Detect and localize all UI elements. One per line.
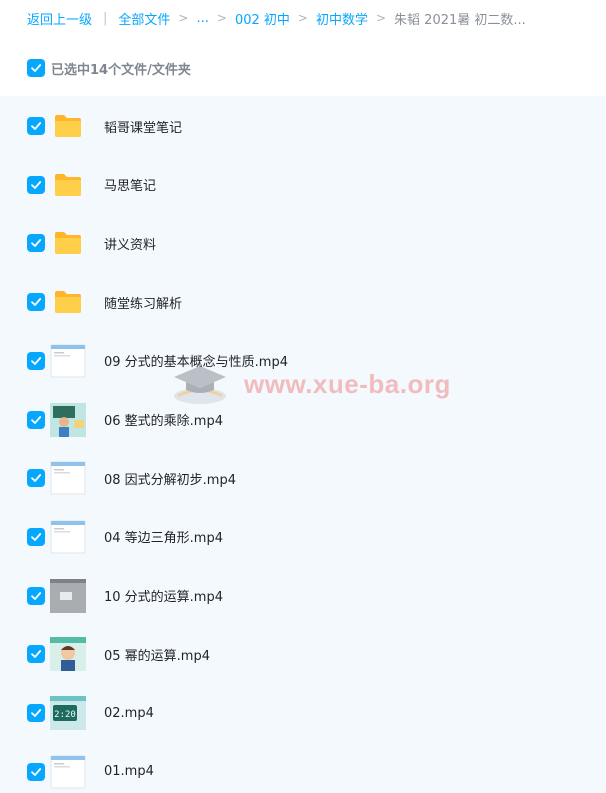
video-thumbnail: [50, 343, 86, 379]
chevron-right-icon: >: [297, 11, 308, 25]
check-icon: [31, 356, 42, 365]
folder-row[interactable]: 马思笔记: [0, 156, 606, 214]
check-icon: [31, 415, 42, 424]
row-checkbox[interactable]: [27, 351, 45, 370]
check-icon: [31, 767, 42, 776]
breadcrumb-current-folder: 朱韬 2021暑 初二数...: [394, 12, 526, 28]
video-thumbnail: [50, 578, 86, 614]
file-name[interactable]: 01.mp4: [104, 764, 154, 779]
breadcrumb-all-files[interactable]: 全部文件: [118, 9, 170, 28]
video-thumbnail: [50, 636, 86, 672]
chevron-right-icon: >: [178, 11, 189, 25]
video-thumbnail: [50, 402, 86, 438]
row-checkbox[interactable]: [27, 293, 45, 312]
folder-name[interactable]: 马思笔记: [104, 175, 156, 194]
file-list: 韬哥课堂笔记 马思笔记讲义资料随堂练习解析 09 分式的基本概念与性质.mp4 06 …: [0, 96, 606, 793]
folder-row[interactable]: 讲义资料: [0, 214, 606, 272]
check-icon: [31, 64, 42, 72]
file-name[interactable]: 09 分式的基本概念与性质.mp4: [104, 351, 288, 370]
folder-name[interactable]: 讲义资料: [104, 234, 156, 253]
chevron-right-icon: >: [375, 11, 387, 25]
folder-name[interactable]: 韬哥课堂笔记: [104, 117, 182, 136]
folder-icon: [50, 108, 86, 144]
row-checkbox[interactable]: [27, 234, 45, 253]
breadcrumb: 返回上一级 | 全部文件 > ... > 002 初中 > 初中数学 > 朱韬 …: [0, 0, 606, 36]
check-icon: [31, 532, 42, 541]
file-name[interactable]: 06 整式的乘除.mp4: [104, 410, 223, 429]
selection-count-label: 已选中14个文件/文件夹: [51, 62, 191, 78]
file-row[interactable]: 08 因式分解初步.mp4: [0, 449, 606, 507]
folder-icon: [50, 225, 86, 261]
breadcrumb-ellipsis[interactable]: ...: [196, 11, 208, 26]
back-link[interactable]: 返回上一级: [27, 9, 92, 28]
breadcrumb-divider: |: [103, 10, 108, 26]
row-checkbox[interactable]: [27, 117, 45, 135]
row-checkbox[interactable]: [27, 527, 45, 546]
folder-icon: [50, 284, 86, 320]
row-checkbox[interactable]: [27, 410, 45, 429]
svg-text:2:20: 2:20: [54, 710, 76, 720]
folder-icon: [50, 167, 86, 203]
folder-row[interactable]: 随堂练习解析: [0, 273, 606, 331]
file-row[interactable]: 04 等边三角形.mp4: [0, 508, 606, 566]
breadcrumb-junior-high[interactable]: 002 初中: [235, 9, 290, 28]
video-thumbnail: [50, 519, 86, 555]
row-checkbox[interactable]: [27, 586, 45, 605]
row-checkbox[interactable]: [27, 175, 45, 194]
check-icon: [31, 474, 42, 483]
file-name[interactable]: 02.mp4: [104, 706, 154, 721]
select-all-checkbox[interactable]: [27, 59, 45, 77]
file-row[interactable]: 2:20 02.mp4: [0, 684, 606, 742]
row-checkbox[interactable]: [27, 704, 45, 722]
check-icon: [31, 650, 42, 659]
check-icon: [31, 180, 42, 189]
selection-bar: 已选中14个文件/文件夹: [27, 52, 191, 84]
video-thumbnail: 2:20: [50, 695, 86, 731]
file-row[interactable]: 05 幂的运算.mp4: [0, 625, 606, 683]
file-name[interactable]: 05 幂的运算.mp4: [104, 645, 210, 664]
file-name[interactable]: 04 等边三角形.mp4: [104, 527, 223, 546]
folder-name[interactable]: 随堂练习解析: [104, 293, 182, 312]
video-thumbnail: [50, 460, 86, 496]
file-name[interactable]: 08 因式分解初步.mp4: [104, 469, 236, 488]
row-checkbox[interactable]: [27, 762, 45, 781]
row-checkbox[interactable]: [27, 469, 45, 488]
video-thumbnail: [50, 754, 86, 790]
file-name[interactable]: 10 分式的运算.mp4: [104, 586, 223, 605]
folder-row[interactable]: 韬哥课堂笔记: [0, 97, 606, 155]
file-row[interactable]: 09 分式的基本概念与性质.mp4: [0, 332, 606, 390]
check-icon: [31, 239, 42, 248]
row-checkbox[interactable]: [27, 645, 45, 664]
check-icon: [31, 298, 42, 306]
file-row[interactable]: 06 整式的乘除.mp4: [0, 391, 606, 449]
file-row[interactable]: 01.mp4: [0, 743, 606, 793]
check-icon: [31, 591, 42, 600]
check-icon: [31, 709, 42, 717]
file-row[interactable]: 10 分式的运算.mp4: [0, 567, 606, 625]
chevron-right-icon: >: [216, 11, 227, 25]
breadcrumb-math[interactable]: 初中数学: [316, 9, 368, 28]
check-icon: [31, 122, 42, 130]
